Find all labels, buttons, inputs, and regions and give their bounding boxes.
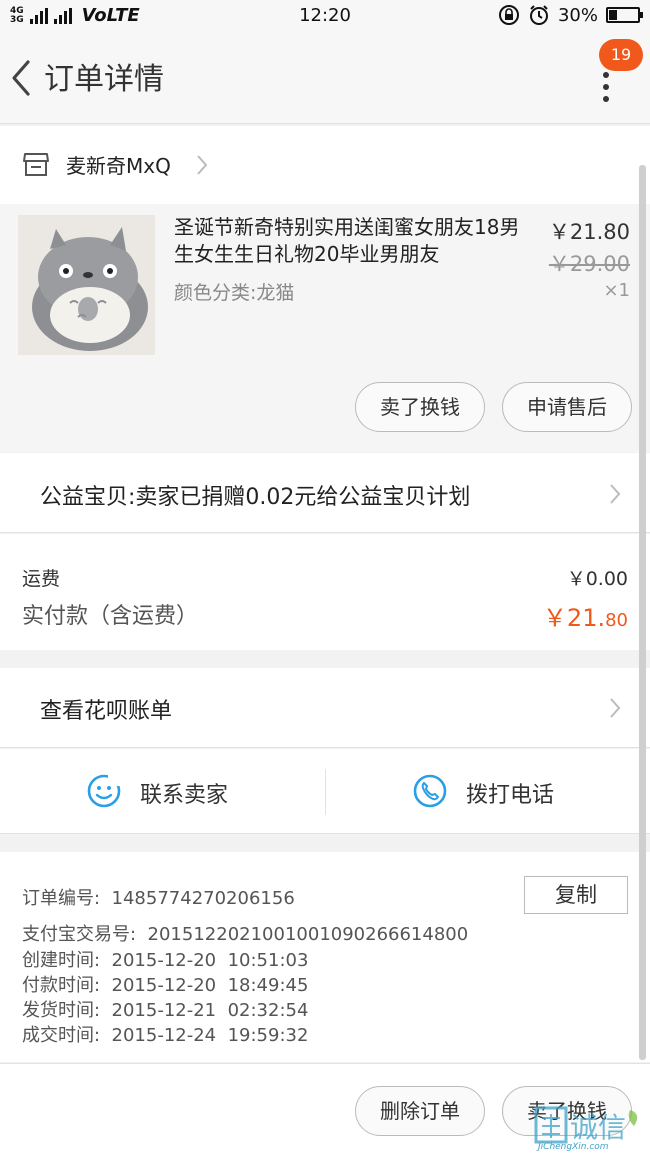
product-variant: 颜色分类:龙猫 [174,282,295,304]
order-number: 1485774270206156 [111,888,295,909]
alipay-trade-number: 2015122021001001090266614800 [147,924,469,945]
quantity: ×1 [603,280,630,301]
paid-time-label: 付款时间: [22,975,101,996]
completed-time: 2015-12-24 19:59:32 [111,1025,309,1046]
after-sales-button[interactable]: 申请售后 [502,382,632,432]
paid-time: 2015-12-20 18:49:45 [111,975,309,996]
chevron-right-icon [197,155,208,175]
shipped-time-label: 发货时间: [22,1000,101,1021]
shop-name: 麦新奇MxQ [66,154,171,178]
paid-time-line: 付款时间: 2015-12-20 18:49:45 [22,971,308,997]
paid-amount-main: ￥21. [542,604,606,632]
phone-icon [413,774,447,808]
app-header: 订单详情 19 [0,32,650,124]
completed-time-line: 成交时间: 2015-12-24 19:59:32 [22,1021,308,1047]
shop-icon [23,153,49,176]
call-phone-label: 拨打电话 [466,783,555,808]
paid-amount: ￥21.80 [543,598,628,633]
alipay-trade-line: 支付宝交易号: 2015122021001001090266614800 [22,920,468,946]
watermark-url: JiChengXin.com [538,1142,609,1152]
original-price: ￥29.00 [548,252,630,276]
alipay-trade-label: 支付宝交易号: [22,924,137,945]
created-time-line: 创建时间: 2015-12-20 10:51:03 [22,946,308,972]
chat-smile-icon [87,774,121,808]
chevron-right-icon [610,484,621,504]
status-right: 30% [498,4,643,26]
product-title[interactable]: 圣诞节新奇特别实用送闺蜜女朋友18男生女生生日礼物20毕业男朋友 [174,214,530,268]
status-bar: 4G 3G VoLTE 12:20 30% [0,0,650,32]
back-arrow-icon[interactable] [8,58,36,98]
alarm-icon [529,5,548,25]
copy-button[interactable]: 复制 [524,876,628,914]
shipped-time: 2015-12-21 02:32:54 [111,1000,309,1021]
scrollbar[interactable] [639,165,646,1060]
order-number-line[interactable]: 订单编号: 1485774270206156 [22,884,295,910]
lock-rotation-icon [498,5,519,25]
sell-for-cash-button[interactable]: 卖了换钱 [355,382,485,432]
battery-percent: 30% [557,4,598,26]
created-time-label: 创建时间: [22,950,101,971]
product-price: ￥21.80 [548,220,630,244]
shop-row[interactable]: 麦新奇MxQ [0,126,650,204]
charity-text: 公益宝贝:卖家已捐赠0.02元给公益宝贝计划 [40,485,471,510]
fee-summary: 运费 ￥0.00 实付款（含运费） ￥21.80 [0,534,650,650]
call-phone-button[interactable]: 拨打电话 [326,749,650,834]
contact-seller-button[interactable]: 联系卖家 [0,749,325,834]
page-title: 订单详情 [44,62,164,97]
shipped-time-line: 发货时间: 2015-12-21 02:32:54 [22,996,308,1022]
notification-badge: 19 [599,39,643,71]
order-number-label: 订单编号: [22,888,101,909]
product-thumbnail[interactable] [18,215,155,355]
contact-seller-label: 联系卖家 [140,783,229,808]
created-time: 2015-12-20 10:51:03 [111,950,309,971]
chevron-right-icon [610,698,621,718]
shipping-value: ￥0.00 [566,568,628,590]
paid-label: 实付款（含运费） [22,604,199,629]
huabei-bill-label: 查看花呗账单 [40,699,173,724]
order-info: 订单编号: 1485774270206156 复制 支付宝交易号: 201512… [0,852,650,1062]
completed-time-label: 成交时间: [22,1025,101,1046]
watermark-text: 诚信 [570,1111,627,1144]
huabei-bill-row[interactable]: 查看花呗账单 [0,668,650,748]
more-menu-icon[interactable] [596,72,616,128]
order-item[interactable]: 圣诞节新奇特别实用送闺蜜女朋友18男生女生生日礼物20毕业男朋友 颜色分类:龙猫… [0,204,650,452]
contact-row: 联系卖家 拨打电话 [0,749,650,834]
totoro-plush-image [18,215,155,355]
charity-row[interactable]: 公益宝贝:卖家已捐赠0.02元给公益宝贝计划 [0,453,650,533]
paid-amount-cents: 80 [605,610,628,631]
shipping-label: 运费 [22,568,61,590]
delete-order-button[interactable]: 删除订单 [355,1086,485,1136]
battery-icon [606,7,643,23]
